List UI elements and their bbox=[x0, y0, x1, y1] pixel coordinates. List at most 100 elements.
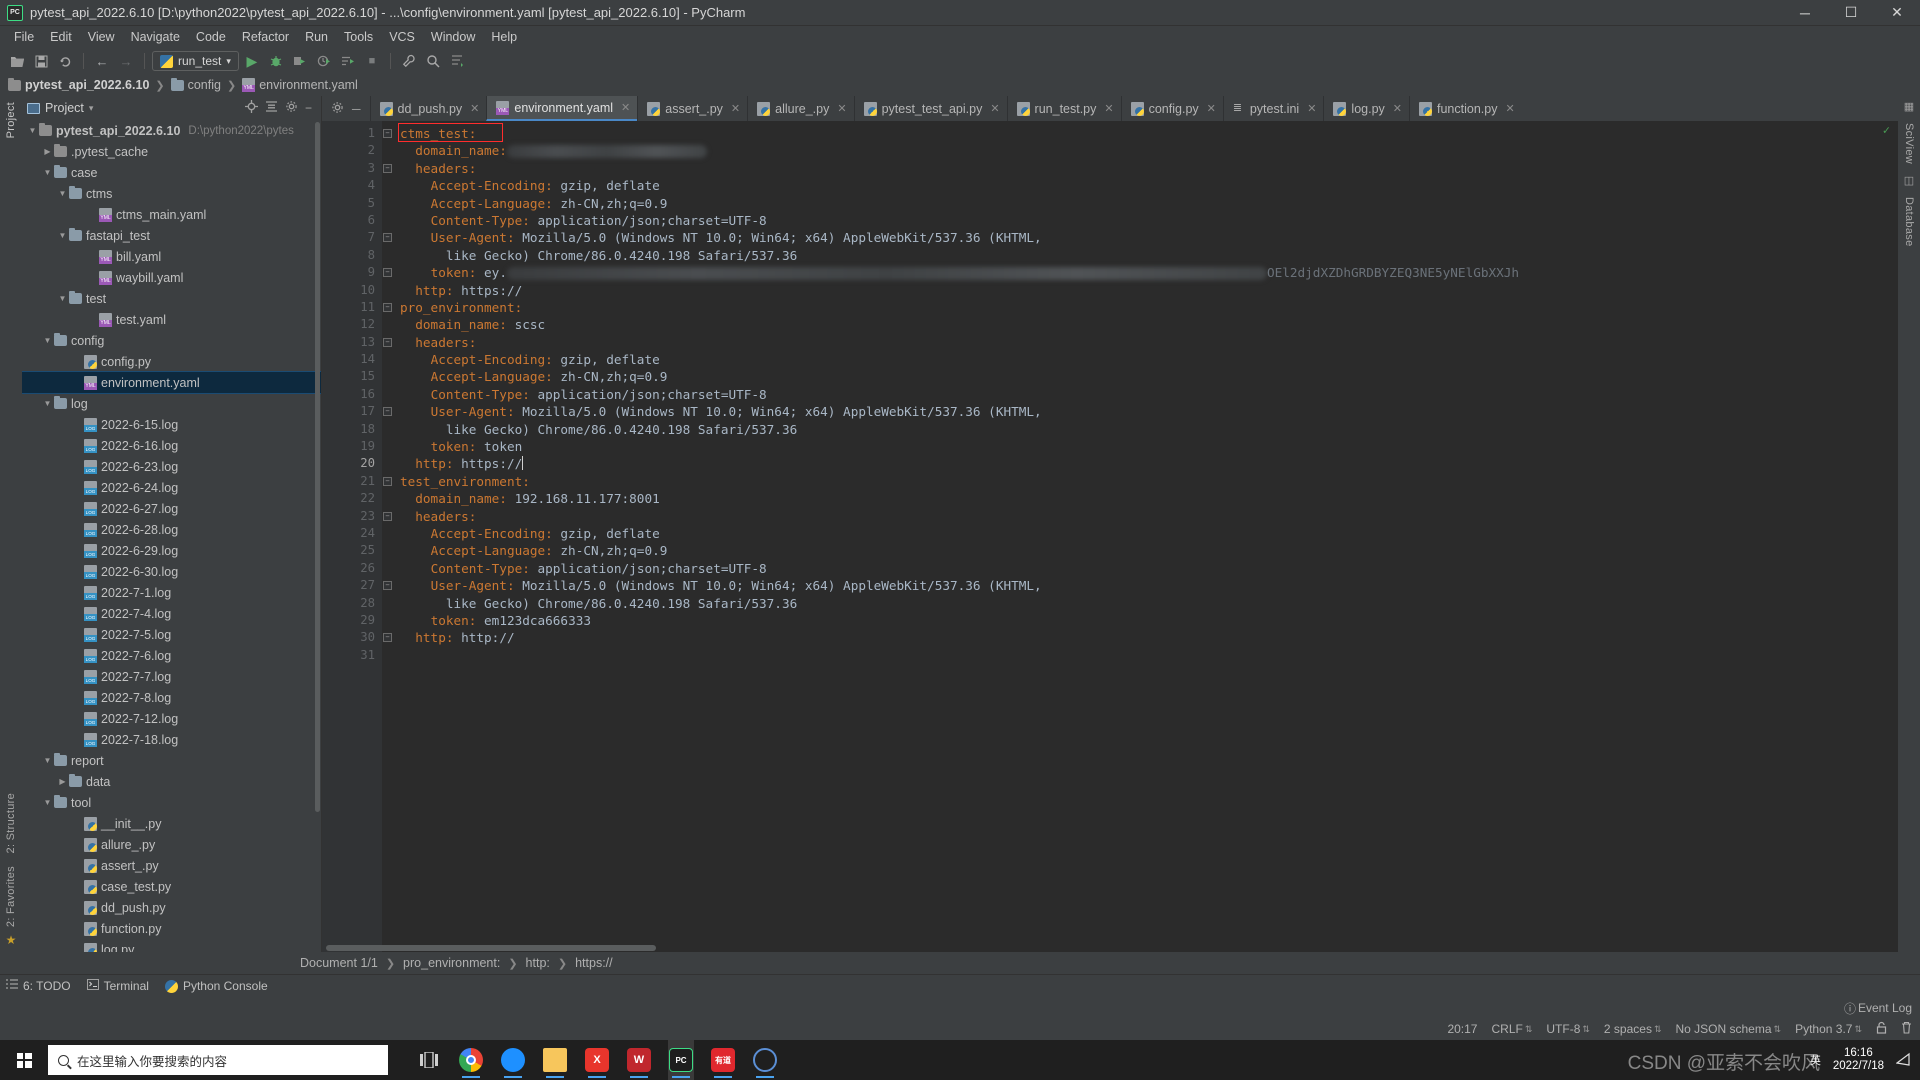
hide-icon[interactable]: − bbox=[305, 101, 316, 115]
menu-refactor[interactable]: Refactor bbox=[234, 28, 297, 46]
run-button[interactable]: ▶ bbox=[241, 50, 263, 72]
tree-expand-arrow[interactable]: ▶ bbox=[86, 273, 99, 282]
close-icon[interactable]: ✕ bbox=[621, 101, 630, 114]
tree-item[interactable]: ▶ 2022-6-29.log bbox=[22, 540, 321, 561]
tree-item[interactable]: ▶ 2022-6-30.log bbox=[22, 561, 321, 582]
tree-expand-arrow[interactable]: ▶ bbox=[71, 441, 84, 450]
tree-expand-arrow[interactable]: ▶ bbox=[71, 882, 84, 891]
tree-expand-arrow[interactable]: ▼ bbox=[41, 168, 54, 177]
line-separator-selector[interactable]: CRLF ⇅ bbox=[1491, 1022, 1532, 1036]
editor-tab[interactable]: ≣ pytest.ini ✕ bbox=[1222, 96, 1324, 121]
caret-position[interactable]: 20:17 bbox=[1447, 1022, 1477, 1036]
chevron-down-icon[interactable]: ▾ bbox=[89, 103, 94, 114]
editor-tab[interactable]: allure_.py ✕ bbox=[747, 96, 853, 121]
editor-tab[interactable]: config.py ✕ bbox=[1120, 96, 1223, 121]
close-icon[interactable]: ✕ bbox=[1104, 102, 1113, 115]
pycharm-icon[interactable]: PC bbox=[668, 1040, 694, 1080]
tool-window-sciview[interactable]: SciView bbox=[1903, 117, 1915, 170]
editor-tab[interactable]: run_test.py ✕ bbox=[1006, 96, 1121, 121]
open-folder-icon[interactable] bbox=[6, 50, 28, 72]
tree-item[interactable]: ▼ case bbox=[22, 162, 321, 183]
scrollbar-thumb[interactable] bbox=[315, 122, 320, 812]
tree-item[interactable]: ▶ waybill.yaml bbox=[22, 267, 321, 288]
tree-expand-arrow[interactable]: ▶ bbox=[71, 672, 84, 681]
tree-expand-arrow[interactable]: ▶ bbox=[56, 777, 69, 786]
run-configuration-selector[interactable]: run_test ▾ bbox=[152, 51, 239, 71]
tree-expand-arrow[interactable]: ▶ bbox=[71, 903, 84, 912]
breadcrumb-config[interactable]: config bbox=[170, 77, 221, 92]
tree-expand-arrow[interactable]: ▶ bbox=[71, 651, 84, 660]
tree-expand-arrow[interactable]: ▶ bbox=[71, 567, 84, 576]
tree-item[interactable]: ▼ fastapi_test bbox=[22, 225, 321, 246]
tool-window-todo[interactable]: 6: TODO bbox=[6, 979, 71, 993]
chrome-icon[interactable] bbox=[458, 1040, 484, 1080]
tree-item[interactable]: ▶ case_test.py bbox=[22, 876, 321, 897]
menu-help[interactable]: Help bbox=[483, 28, 525, 46]
save-icon[interactable] bbox=[30, 50, 52, 72]
tool-window-structure[interactable]: 2: Structure bbox=[5, 787, 17, 859]
close-button[interactable]: ✕ bbox=[1874, 0, 1920, 26]
menu-vcs[interactable]: VCS bbox=[381, 28, 423, 46]
tree-item[interactable]: ▶ environment.yaml bbox=[22, 371, 321, 394]
tree-expand-arrow[interactable]: ▶ bbox=[71, 735, 84, 744]
tree-item[interactable]: ▶ 2022-7-1.log bbox=[22, 582, 321, 603]
search-icon[interactable] bbox=[422, 50, 444, 72]
tree-expand-arrow[interactable]: ▼ bbox=[41, 756, 54, 765]
notification-icon[interactable] bbox=[1895, 1052, 1910, 1069]
edge-icon[interactable] bbox=[500, 1040, 526, 1080]
menu-window[interactable]: Window bbox=[423, 28, 483, 46]
debug-icon[interactable] bbox=[265, 50, 287, 72]
tree-item[interactable]: ▶ 2022-7-6.log bbox=[22, 645, 321, 666]
tree-item[interactable]: ▶ 2022-7-7.log bbox=[22, 666, 321, 687]
editor-tab[interactable]: environment.yaml ✕ bbox=[486, 96, 638, 121]
xmind-icon[interactable]: X bbox=[584, 1040, 610, 1080]
editor-tab[interactable]: function.py ✕ bbox=[1409, 96, 1522, 121]
ebreadcrumb-node-3[interactable]: https:// bbox=[575, 956, 613, 970]
tree-item[interactable]: ▶ 2022-7-5.log bbox=[22, 624, 321, 645]
stop-button[interactable]: ■ bbox=[361, 50, 383, 72]
close-icon[interactable]: ✕ bbox=[990, 102, 999, 115]
tree-item[interactable]: ▶ config.py bbox=[22, 351, 321, 372]
tree-expand-arrow[interactable]: ▶ bbox=[71, 504, 84, 513]
editor-horizontal-scrollbar[interactable] bbox=[322, 944, 1898, 952]
profile-icon[interactable] bbox=[313, 50, 335, 72]
collapse-all-icon[interactable] bbox=[265, 100, 278, 116]
gear-icon[interactable] bbox=[331, 101, 344, 117]
close-icon[interactable]: ✕ bbox=[470, 102, 479, 115]
tree-item[interactable]: ▼ pytest_api_2022.6.10 D:\python2022\pytes bbox=[22, 120, 321, 141]
tree-item[interactable]: ▼ tool bbox=[22, 792, 321, 813]
tree-item[interactable]: ▶ 2022-6-16.log bbox=[22, 435, 321, 456]
close-icon[interactable]: ✕ bbox=[1393, 102, 1402, 115]
sync-icon[interactable] bbox=[54, 50, 76, 72]
editor-tab[interactable]: dd_push.py ✕ bbox=[369, 96, 487, 121]
tree-item[interactable]: ▶ test.yaml bbox=[22, 309, 321, 330]
tree-item[interactable]: ▶ 2022-6-23.log bbox=[22, 456, 321, 477]
tree-expand-arrow[interactable]: ▼ bbox=[56, 231, 69, 240]
tree-item[interactable]: ▶ allure_.py bbox=[22, 834, 321, 855]
wps-icon[interactable]: W bbox=[626, 1040, 652, 1080]
start-button[interactable] bbox=[0, 1040, 48, 1080]
lock-icon[interactable] bbox=[1876, 1021, 1887, 1037]
tree-item[interactable]: ▶ 2022-7-8.log bbox=[22, 687, 321, 708]
tree-expand-arrow[interactable]: ▶ bbox=[71, 378, 84, 387]
wrench-icon[interactable] bbox=[398, 50, 420, 72]
tree-item[interactable]: ▶ 2022-7-18.log bbox=[22, 729, 321, 750]
tree-expand-arrow[interactable]: ▼ bbox=[41, 798, 54, 807]
tree-item[interactable]: ▼ test bbox=[22, 288, 321, 309]
breadcrumb-file[interactable]: environment.yaml bbox=[242, 78, 358, 92]
tree-item[interactable]: ▶ data bbox=[22, 771, 321, 792]
tree-expand-arrow[interactable]: ▶ bbox=[86, 210, 99, 219]
hide-icon[interactable]: ─ bbox=[352, 102, 361, 116]
breadcrumb-project[interactable]: pytest_api_2022.6.10 bbox=[8, 77, 149, 92]
structure-icon[interactable] bbox=[446, 50, 468, 72]
tree-item[interactable]: ▶ 2022-6-24.log bbox=[22, 477, 321, 498]
json-schema-selector[interactable]: No JSON schema ⇅ bbox=[1676, 1022, 1782, 1036]
menu-file[interactable]: File bbox=[6, 28, 42, 46]
tree-expand-arrow[interactable]: ▶ bbox=[71, 483, 84, 492]
tree-item[interactable]: ▶ 2022-6-28.log bbox=[22, 519, 321, 540]
tree-item[interactable]: ▶ __init__.py bbox=[22, 813, 321, 834]
tree-expand-arrow[interactable]: ▶ bbox=[71, 861, 84, 870]
tree-expand-arrow[interactable]: ▶ bbox=[71, 420, 84, 429]
tree-expand-arrow[interactable]: ▼ bbox=[56, 189, 69, 198]
tree-item[interactable]: ▶ .pytest_cache bbox=[22, 141, 321, 162]
